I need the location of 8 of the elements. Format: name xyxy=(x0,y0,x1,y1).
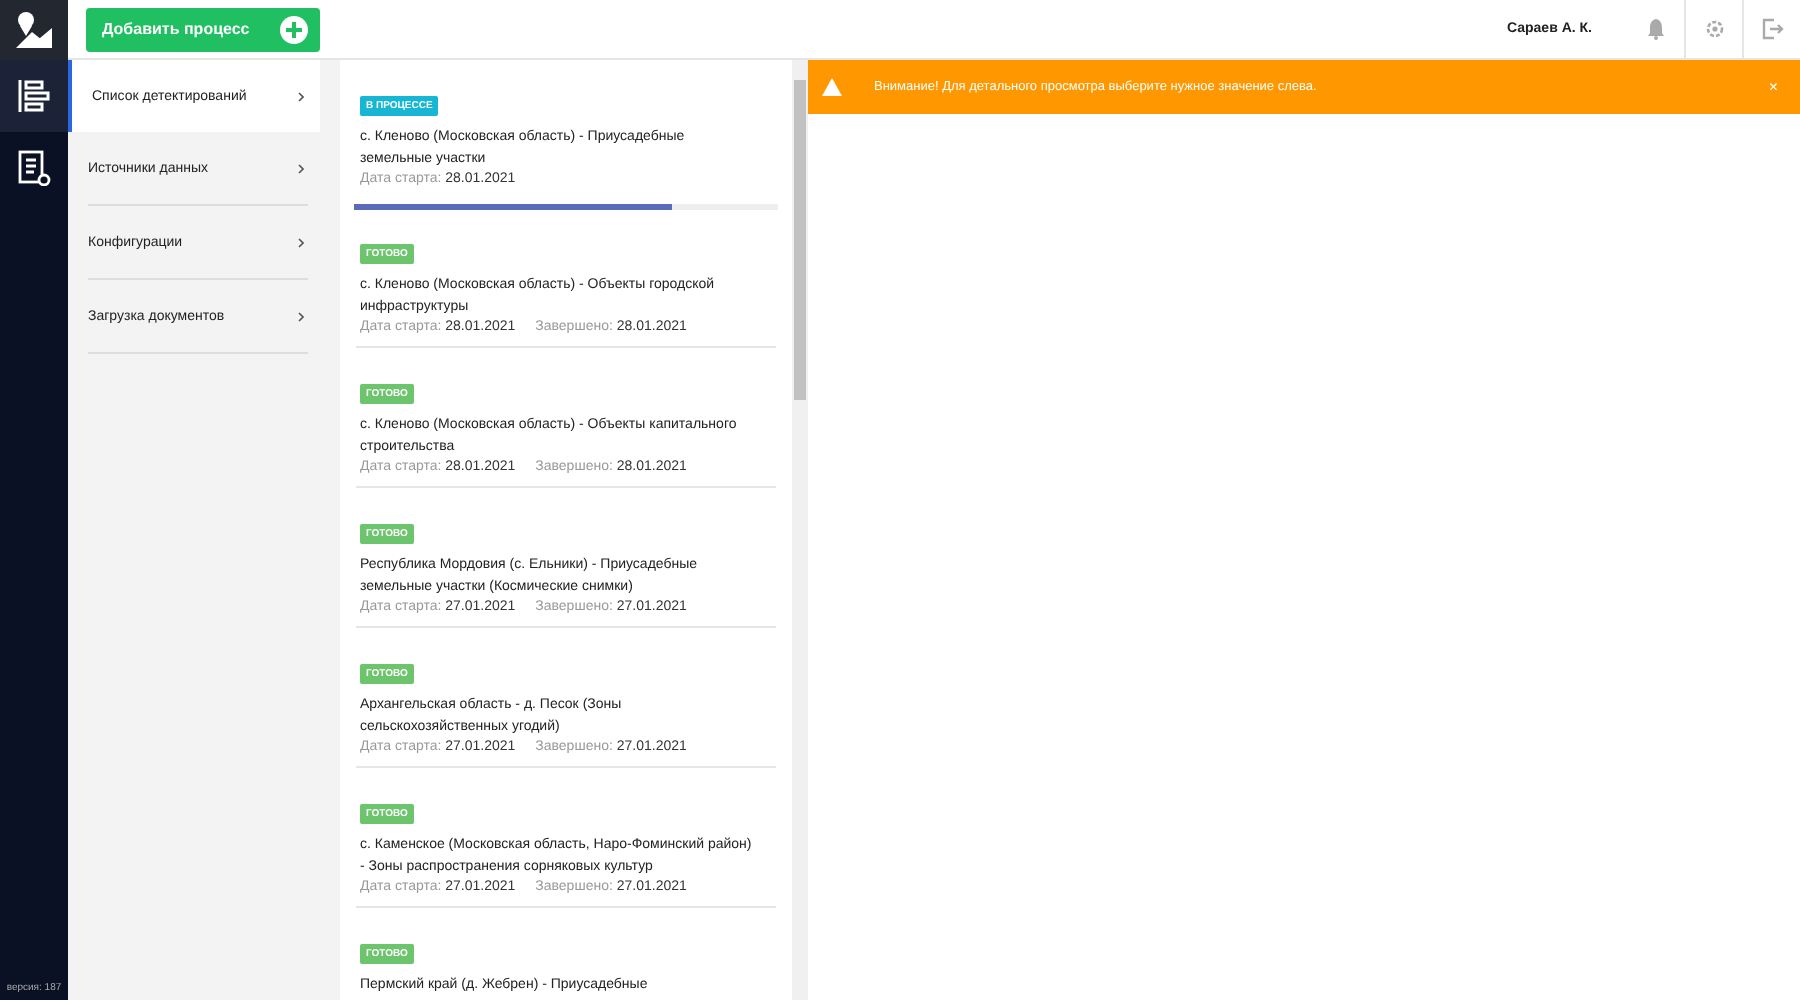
list-icon[interactable] xyxy=(0,60,68,132)
warning-icon xyxy=(822,78,842,96)
chevron-right-icon xyxy=(298,91,304,101)
chevron-right-icon xyxy=(298,163,304,173)
logo-icon[interactable] xyxy=(0,0,68,60)
chevron-right-icon xyxy=(298,237,304,247)
plus-icon xyxy=(280,15,308,43)
chevron-right-icon xyxy=(298,311,304,321)
